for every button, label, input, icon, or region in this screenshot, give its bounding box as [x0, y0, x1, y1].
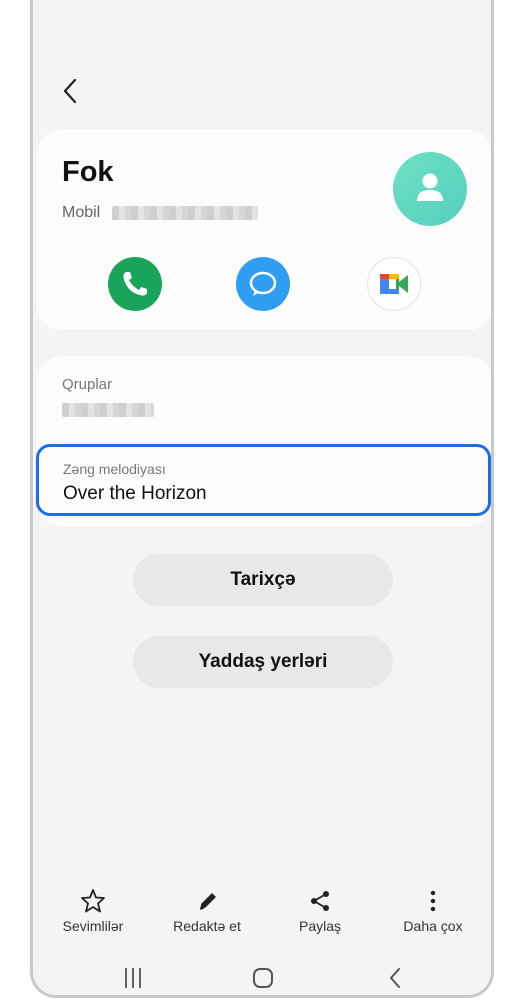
phone-icon [123, 272, 147, 296]
back-nav-icon[interactable] [383, 964, 407, 995]
phone-label: Mobil [62, 204, 101, 221]
contact-name: Fok [62, 156, 114, 188]
meet-icon [380, 274, 408, 294]
recents-icon[interactable] [121, 964, 145, 995]
share-icon [270, 886, 370, 916]
call-button[interactable] [108, 257, 162, 311]
ringtone-label: Zəng melodiyası [63, 461, 166, 477]
person-icon [417, 173, 443, 201]
ringtone-row[interactable]: Zəng melodiyası Over the Horizon [36, 444, 491, 516]
more-button[interactable]: Daha çox [383, 886, 483, 934]
groups-label: Qruplar [62, 376, 113, 393]
contact-card: Fok Mobil [37, 130, 491, 330]
back-icon[interactable] [59, 76, 83, 106]
edit-button[interactable]: Redaktə et [157, 886, 257, 934]
groups-value-redacted [62, 403, 154, 417]
message-button[interactable] [236, 257, 290, 311]
message-icon [249, 271, 277, 296]
storage-locations-button[interactable]: Yaddaş yerləri [133, 636, 393, 688]
more-label: Daha çox [403, 918, 463, 934]
video-call-button[interactable] [367, 257, 421, 311]
pencil-icon [157, 886, 257, 916]
ringtone-value: Over the Horizon [63, 483, 207, 504]
favorites-button[interactable]: Sevimlilər [43, 886, 143, 934]
phone-screen: Fok Mobil Qruplar Zəng melodiyası Over t… [30, 0, 494, 998]
favorites-label: Sevimlilər [62, 918, 124, 934]
share-label: Paylaş [298, 918, 342, 934]
star-icon [43, 886, 143, 916]
avatar[interactable] [393, 152, 467, 226]
edit-label: Redaktə et [173, 918, 241, 934]
share-button[interactable]: Paylaş [270, 886, 370, 934]
more-icon [383, 886, 483, 916]
phone-number-redacted [112, 206, 258, 220]
history-button[interactable]: Tarixçə [133, 554, 393, 606]
home-icon[interactable] [249, 964, 277, 995]
